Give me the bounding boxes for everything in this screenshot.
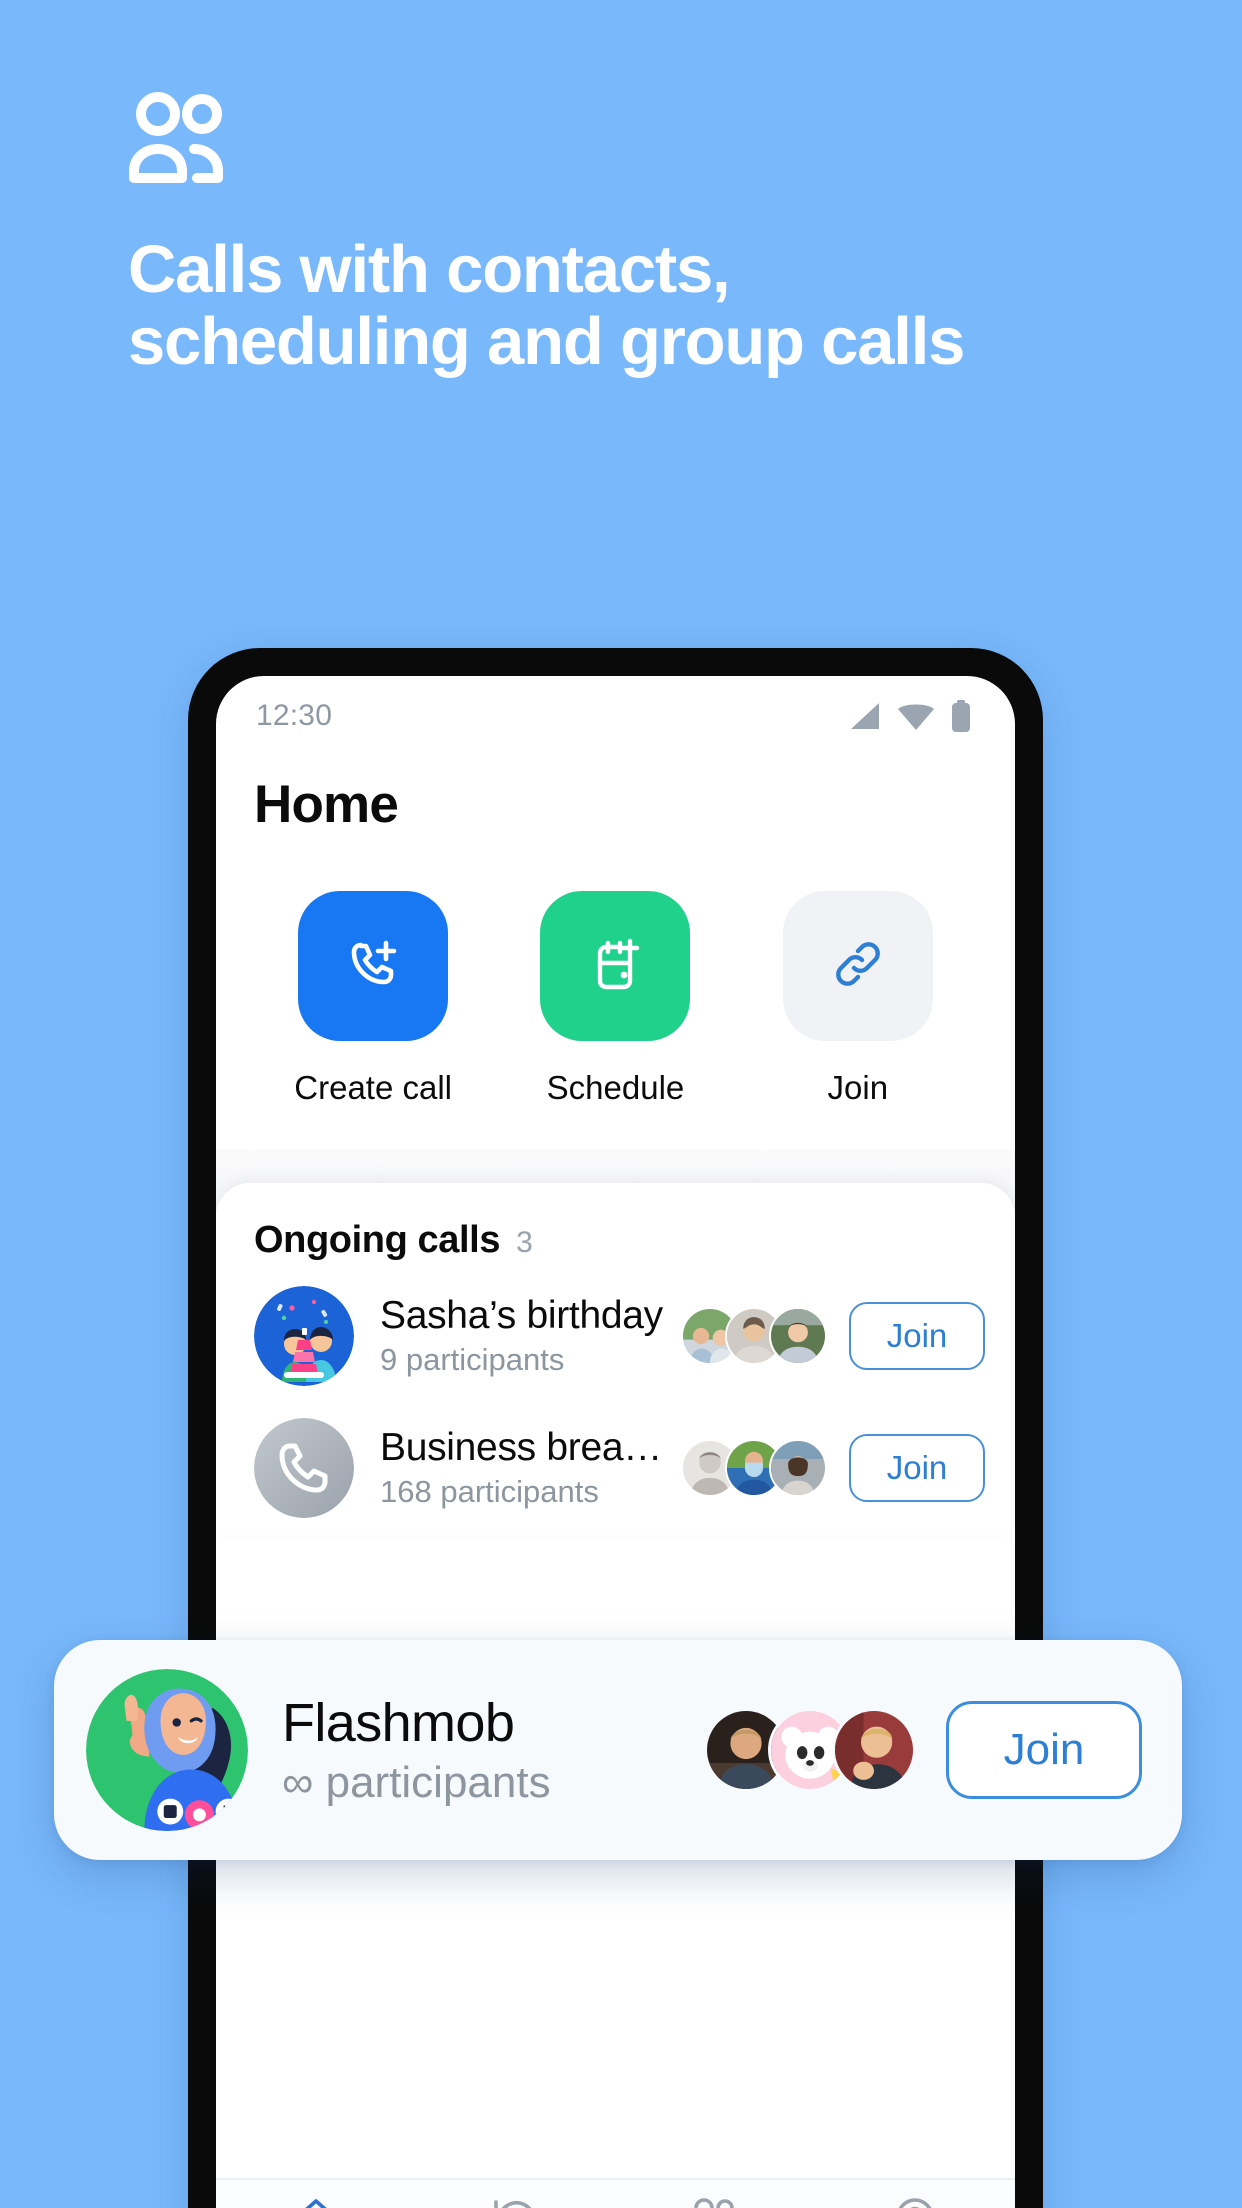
create-call-label: Create call — [294, 1069, 453, 1106]
facepile — [704, 1708, 916, 1792]
highlighted-call-text: Flashmob ∞ participants — [248, 1692, 704, 1808]
call-participants: 168 participants — [380, 1474, 599, 1509]
signal-icon — [847, 701, 881, 731]
history-clock-icon — [491, 2196, 541, 2208]
action-schedule[interactable]: Schedule — [520, 891, 710, 1107]
birthday-cake-illustration-avatar — [254, 1286, 354, 1386]
phone-placeholder-avatar — [254, 1418, 354, 1518]
promo-title-line-2: scheduling and group calls — [128, 303, 965, 379]
promo-title-line-1: Calls with contacts, — [128, 232, 731, 307]
highlighted-call-participants: ∞ participants — [282, 1758, 551, 1807]
blond-man-avatar — [832, 1708, 916, 1792]
home-icon — [291, 2196, 341, 2208]
list-item[interactable]: Sasha’s birthday 9 participants Join — [216, 1270, 1015, 1402]
schedule-tile[interactable] — [540, 891, 691, 1041]
page-title: Calls with contacts, scheduling and grou… — [128, 234, 1138, 377]
wifi-icon — [897, 701, 935, 731]
list-item[interactable]: Business brea… 168 participants Join — [216, 1402, 1015, 1534]
call-text: Sasha’s birthday 9 participants — [354, 1294, 681, 1378]
join-button[interactable]: Join — [849, 1434, 985, 1502]
woman-street-avatar — [769, 1439, 827, 1497]
people-group-icon — [128, 92, 1138, 184]
battery-icon — [951, 700, 971, 732]
status-bar: 12:30 — [216, 676, 1015, 748]
nav-item-history[interactable]: History — [416, 2196, 616, 2208]
nav-item-contacts[interactable]: Contacts — [616, 2196, 816, 2208]
user-circle-icon — [890, 2196, 940, 2208]
ongoing-calls-header: Ongoing calls 3 — [216, 1183, 1015, 1270]
highlighted-call-card[interactable]: Flashmob ∞ participants Join — [54, 1640, 1182, 1860]
call-name: Business brea… — [380, 1426, 662, 1469]
join-tile[interactable] — [782, 891, 933, 1041]
call-participants: 9 participants — [380, 1342, 565, 1377]
promo-header: Calls with contacts, scheduling and grou… — [128, 92, 1138, 377]
highlighted-call-name: Flashmob — [282, 1693, 515, 1753]
create-call-tile[interactable] — [298, 891, 449, 1041]
facepile — [681, 1439, 827, 1497]
join-button[interactable]: Join — [849, 1302, 985, 1370]
calendar-plus-icon — [586, 935, 644, 998]
schedule-label: Schedule — [546, 1069, 685, 1106]
ongoing-calls-title: Ongoing calls — [254, 1219, 501, 1261]
quick-actions: Create call Schedule Join — [216, 835, 1015, 1107]
join-button[interactable]: Join — [946, 1701, 1142, 1799]
join-label: Join — [827, 1069, 889, 1106]
phone-mockup: 12:30 Home Create call Schedule Join Ong… — [188, 648, 1043, 2208]
phone-plus-icon — [342, 933, 404, 1000]
status-time: 12:30 — [256, 699, 333, 732]
child-photo-avatar — [769, 1307, 827, 1365]
status-icons — [847, 700, 971, 732]
call-name: Sasha’s birthday — [380, 1294, 663, 1337]
call-text: Business brea… 168 participants — [354, 1426, 681, 1510]
action-join[interactable]: Join — [763, 891, 953, 1107]
nav-item-profile[interactable]: Profile — [815, 2196, 1015, 2208]
screen-title: Home — [254, 775, 399, 834]
facepile — [681, 1307, 827, 1365]
ongoing-calls-count: 3 — [516, 1226, 533, 1259]
link-icon — [830, 936, 886, 997]
nav-item-home[interactable]: Home — [216, 2196, 416, 2208]
phone-screen: 12:30 Home Create call Schedule Join Ong… — [216, 676, 1015, 2208]
people-group-icon — [689, 2196, 741, 2208]
action-create-call[interactable]: Create call — [278, 891, 468, 1107]
ongoing-calls-card: Ongoing calls 3 Sasha’s birthday 9 parti… — [216, 1183, 1015, 1534]
woman-peace-sign-illustration-avatar — [86, 1669, 248, 1831]
bottom-navigation: Home History — [216, 2178, 1015, 2208]
